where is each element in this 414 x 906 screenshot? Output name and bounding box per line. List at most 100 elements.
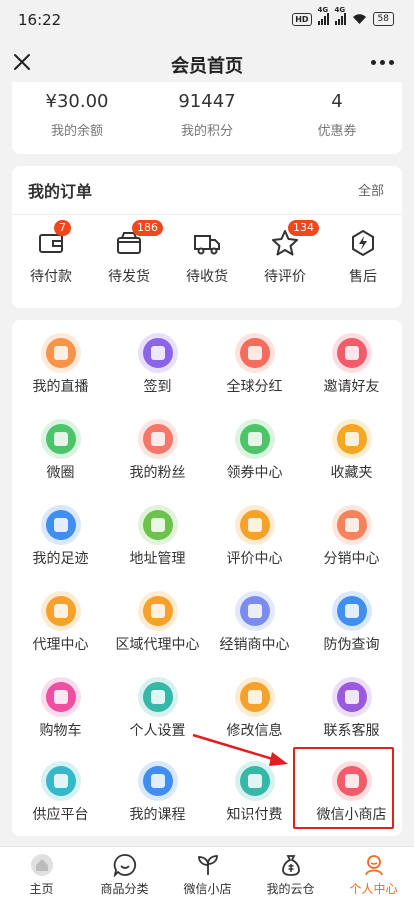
points-stat[interactable]: 91447 我的积分 <box>142 90 272 139</box>
menu-item[interactable]: 供应平台 <box>12 766 109 824</box>
menu-item[interactable]: 收藏夹 <box>303 424 400 482</box>
sprout-icon <box>197 855 218 875</box>
tab-cloud-warehouse[interactable]: 我的云仓 <box>249 847 332 906</box>
orders-all-link[interactable]: 全部 <box>358 180 384 199</box>
hd-icon: HD <box>292 12 312 26</box>
menu-item-label: 分销中心 <box>323 551 380 567</box>
menu-item-label: 收藏夹 <box>330 465 373 481</box>
coupon-icon <box>239 424 270 454</box>
menu-item[interactable]: 评价中心 <box>206 510 303 568</box>
menu-item-label: 防伪查询 <box>323 637 380 653</box>
dealer-icon <box>239 596 270 626</box>
menu-item[interactable]: 签到 <box>109 338 206 396</box>
battery-icon: 58 <box>372 12 394 26</box>
menu-item[interactable]: 修改信息 <box>206 682 303 740</box>
order-pending-review[interactable]: 134 待评价 <box>246 220 324 286</box>
phone-icon <box>336 682 367 712</box>
order-pending-shipment[interactable]: 186 待发货 <box>90 220 168 286</box>
my-orders-card: 我的订单 全部 7 待付款 186 待发货 待收货 134 待评价 售后 <box>12 166 402 308</box>
account-stats-card: ¥30.00 我的余额 91447 我的积分 4 优惠券 <box>12 82 402 154</box>
menu-item-label: 个人设置 <box>129 723 186 739</box>
menu-item-label: 知识付费 <box>226 807 283 823</box>
highlight-box <box>293 747 394 829</box>
location-pin-icon <box>142 510 173 540</box>
menu-item-label: 区域代理中心 <box>115 637 200 653</box>
menu-item[interactable]: 分销中心 <box>303 510 400 568</box>
tab-label: 我的云仓 <box>266 882 315 896</box>
menu-item[interactable]: 个人设置 <box>109 682 206 740</box>
order-count-badge: 134 <box>288 220 319 236</box>
tab-wechat-shop[interactable]: 微信小店 <box>166 847 249 906</box>
status-bar: 16:22 HD 4G 4G 58 <box>0 0 414 40</box>
menu-item[interactable]: 我的课程 <box>109 766 206 824</box>
tab-label: 微信小店 <box>183 882 232 896</box>
tab-home[interactable]: 主页 <box>0 847 83 906</box>
menu-item-label: 全球分红 <box>226 379 283 395</box>
menu-item[interactable]: 微圈 <box>12 424 109 482</box>
nav-bar: 会员首页 <box>0 40 414 86</box>
fans-icon <box>142 424 173 454</box>
menu-item-label: 联系客服 <box>323 723 380 739</box>
menu-item[interactable]: 知识付费 <box>206 766 303 824</box>
menu-item[interactable]: 经销商中心 <box>206 596 303 654</box>
tab-label: 个人中心 <box>349 882 398 896</box>
order-count-badge: 186 <box>132 220 163 236</box>
menu-item[interactable]: 领券中心 <box>206 424 303 482</box>
menu-item[interactable]: 我的直播 <box>12 338 109 396</box>
order-pending-receipt[interactable]: 待收货 <box>168 228 246 286</box>
menu-item-label: 我的足迹 <box>32 551 89 567</box>
menu-item[interactable]: 联系客服 <box>303 682 400 740</box>
gear-icon <box>142 682 173 712</box>
money-bag-icon <box>336 510 367 540</box>
lightning-hexagon-icon <box>352 229 374 257</box>
points-value: 91447 <box>178 91 236 112</box>
shopping-cart-icon <box>45 682 76 712</box>
smile-chat-icon <box>113 854 136 878</box>
menu-item[interactable]: 购物车 <box>12 682 109 740</box>
menu-item-label: 邀请好友 <box>323 379 380 395</box>
menu-item-label: 我的粉丝 <box>129 465 186 481</box>
orders-title: 我的订单 <box>28 182 93 201</box>
edit-profile-icon <box>239 682 270 712</box>
wifi-icon <box>352 14 366 24</box>
menu-item[interactable]: 邀请好友 <box>303 338 400 396</box>
live-tv-icon <box>45 338 76 368</box>
menu-item[interactable]: 代理中心 <box>12 596 109 654</box>
course-icon <box>142 766 173 796</box>
chat-bubble-icon <box>45 424 76 454</box>
menu-item[interactable]: 我的粉丝 <box>109 424 206 482</box>
comment-icon <box>239 510 270 540</box>
menu-item[interactable]: 防伪查询 <box>303 596 400 654</box>
agent-icon <box>45 596 76 626</box>
graduation-cap-icon <box>239 766 270 796</box>
coupons-stat[interactable]: 4 优惠券 <box>272 90 402 139</box>
menu-item[interactable]: 区域代理中心 <box>109 596 206 654</box>
menu-item-label: 我的课程 <box>129 807 186 823</box>
balance-label: 我的余额 <box>50 124 103 139</box>
balance-stat[interactable]: ¥30.00 我的余额 <box>12 90 142 139</box>
tab-profile[interactable]: 个人中心 <box>332 847 414 906</box>
order-count-badge: 7 <box>54 220 71 236</box>
user-profile-icon <box>364 855 383 876</box>
order-pending-payment[interactable]: 7 待付款 <box>12 220 90 286</box>
order-after-sales[interactable]: 售后 <box>324 228 402 286</box>
menu-item[interactable]: 地址管理 <box>109 510 206 568</box>
shield-icon <box>336 596 367 626</box>
menu-item-label: 经销商中心 <box>219 637 290 653</box>
delivery-truck-icon <box>194 235 220 255</box>
order-label: 待收货 <box>186 269 228 285</box>
menu-item-label: 签到 <box>143 379 172 395</box>
menu-item[interactable]: 全球分红 <box>206 338 303 396</box>
menu-item[interactable]: 我的足迹 <box>12 510 109 568</box>
signal-icon-secondary: 4G <box>334 6 346 25</box>
menu-item-label: 供应平台 <box>32 807 89 823</box>
order-label: 售后 <box>349 269 377 285</box>
order-label: 待发货 <box>108 269 150 285</box>
more-options-icon[interactable] <box>371 60 394 65</box>
tab-categories[interactable]: 商品分类 <box>83 847 166 906</box>
coupons-value: 4 <box>331 91 343 112</box>
status-time: 16:22 <box>18 11 62 29</box>
points-label: 我的积分 <box>180 124 233 139</box>
order-label: 待评价 <box>264 269 306 285</box>
tab-label: 商品分类 <box>100 882 149 896</box>
